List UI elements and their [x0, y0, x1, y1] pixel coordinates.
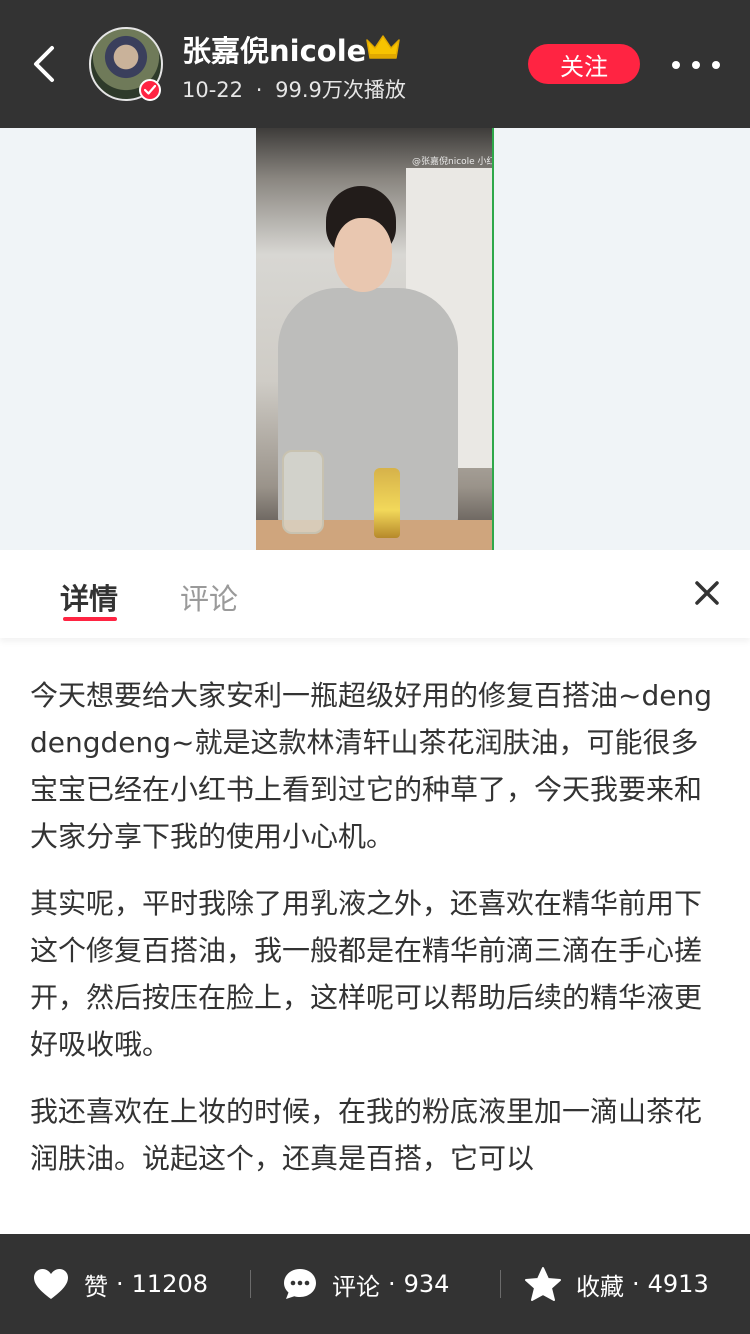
more-icon [712, 61, 720, 69]
content-paragraph: 其实呢，平时我除了用乳液之外，还喜欢在精华前用下这个修复百搭油，我一般都是在精华… [30, 887, 703, 1061]
video-watermark: @张嘉倪nicole 小红书 [412, 157, 492, 167]
heart-icon [34, 1269, 68, 1299]
post-content: 今天想要给大家安利一瓶超级好用的修复百搭油~dengdengdeng~就是这款林… [30, 672, 720, 1234]
divider [500, 1270, 501, 1298]
separator: · [632, 1270, 640, 1298]
video-person [334, 218, 392, 292]
collect-label: 收藏 [576, 1272, 624, 1301]
follow-button[interactable]: 关注 [528, 44, 640, 84]
back-arrow-icon [34, 46, 54, 82]
more-icon [692, 61, 700, 69]
content-paragraph: 今天想要给大家安利一瓶超级好用的修复百搭油~dengdengdeng~就是这款林… [30, 679, 712, 853]
media-area: @张嘉倪nicole 小红书 [0, 128, 750, 550]
collect-button[interactable]: 收藏 · 4913 [524, 1234, 709, 1334]
top-bar: 张嘉倪nicole 10-22 · 99.9万次播放 关注 [0, 0, 750, 128]
like-label: 赞 [84, 1272, 108, 1301]
post-date: 10-22 [182, 78, 244, 102]
divider [250, 1270, 251, 1298]
collect-count: 4913 [647, 1270, 709, 1298]
meta-separator: · [255, 78, 263, 102]
content-paragraph: 我还喜欢在上妆的时候，在我的粉底液里加一滴山茶花润肤油。说起这个，还真是百搭，它… [30, 1095, 703, 1175]
comment-label: 评论 [332, 1272, 380, 1301]
back-button[interactable] [20, 40, 68, 88]
video-bottle [374, 468, 400, 538]
separator: · [388, 1270, 396, 1298]
post-meta: 10-22 · 99.9万次播放 [182, 74, 406, 104]
comment-button[interactable]: 评论 · 934 [282, 1234, 449, 1334]
detail-tabs: 详情 评论 [0, 550, 750, 638]
play-count: 99.9万次播放 [275, 78, 406, 102]
tab-details[interactable]: 详情 [60, 576, 118, 618]
close-button[interactable] [688, 574, 726, 612]
author-name[interactable]: 张嘉倪nicole [182, 28, 366, 70]
video-jar [282, 450, 324, 534]
separator: · [116, 1270, 124, 1298]
more-button[interactable] [672, 50, 720, 80]
more-icon [672, 61, 680, 69]
like-button[interactable]: 赞 · 11208 [32, 1234, 208, 1334]
crown-icon [366, 35, 400, 59]
verified-icon [139, 79, 161, 101]
close-icon [695, 581, 719, 605]
video-player[interactable]: @张嘉倪nicole 小红书 [256, 128, 494, 550]
comment-count: 934 [403, 1270, 450, 1298]
comment-icon [284, 1269, 316, 1299]
active-tab-indicator [63, 617, 117, 621]
like-count: 11208 [131, 1270, 208, 1298]
star-icon [525, 1267, 561, 1301]
tab-comments[interactable]: 评论 [180, 576, 238, 618]
bottom-action-bar: 赞 · 11208 评论 · 934 收藏 · 4913 [0, 1234, 750, 1334]
